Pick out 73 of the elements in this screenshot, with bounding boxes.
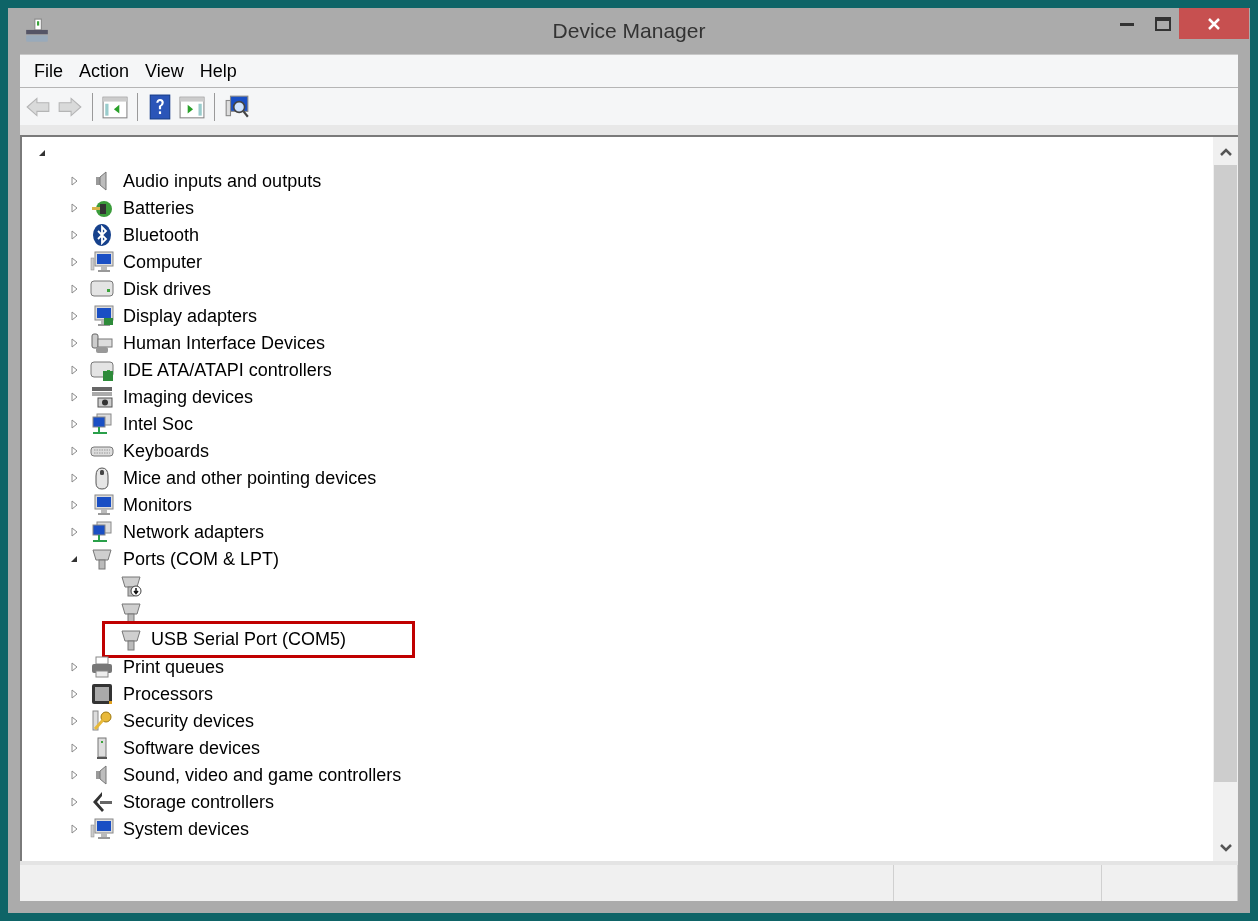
tree-item-label[interactable]: Display adapters [123,304,258,327]
tree-item-label[interactable]: Bluetooth [123,223,200,246]
expand-arrow-icon[interactable] [68,390,80,403]
scrollbar-thumb[interactable] [1214,165,1237,782]
minimize-icon [1120,21,1134,26]
menu-item[interactable]: View [137,57,192,85]
serial-port-icon [90,546,114,571]
menu-item[interactable]: Help [191,57,245,85]
expand-arrow-icon[interactable] [68,822,80,835]
keypad-icon [90,330,114,355]
expand-arrow-icon[interactable] [68,201,80,214]
expand-arrow-icon[interactable] [68,255,80,268]
expand-arrow-icon[interactable] [68,363,80,376]
tree-item-label[interactable]: Imaging devices [123,385,254,408]
tree-item-label[interactable]: Disk drives [123,277,211,300]
monitor-icon [90,816,114,841]
help-icon [147,93,173,120]
tree-item-label[interactable]: Monitors [123,493,193,516]
monitor-icon [90,249,114,274]
expand-arrow-icon[interactable] [68,768,80,781]
scanner-camera-icon [90,384,114,409]
expand-arrow-icon[interactable] [68,525,80,538]
network-icon [90,519,114,544]
expand-arrow-icon[interactable] [68,471,80,484]
expand-arrow-icon[interactable] [68,795,80,808]
scroll-up-icon[interactable] [1218,147,1233,157]
tree-item-label[interactable]: Processors [123,682,214,705]
tree-item-label[interactable]: IDE ATA/ATAPI controllers [123,358,332,381]
tree-item-label[interactable]: USB Serial Port (COM5) [151,626,347,653]
expand-arrow-icon[interactable] [68,687,80,700]
scroll-down-icon[interactable] [1218,843,1233,853]
expand-arrow-icon[interactable] [68,282,80,295]
tree-item-label[interactable]: Security devices [123,709,255,732]
monitor-magnifier-icon [224,93,250,120]
network-icon [90,411,114,436]
expand-arrow-icon[interactable] [68,309,80,322]
computer-tower-icon [24,18,50,44]
close-icon [1207,16,1221,31]
tree-item-label[interactable]: Print queues [123,655,225,678]
tree-item-label[interactable]: Software devices [123,736,261,759]
tree-item-label[interactable]: Audio inputs and outputs [123,169,322,192]
maximize-icon [1155,16,1171,31]
expand-arrow-icon[interactable] [68,741,80,754]
tree-item-label[interactable]: System devices [123,817,250,840]
tree-item-label[interactable]: Batteries [123,196,195,219]
tree-item-label[interactable]: Storage controllers [123,790,275,813]
window-title: Device Manager [551,18,707,45]
expand-arrow-icon[interactable] [68,336,80,349]
key-icon [90,708,114,733]
menu-item[interactable]: Action [71,57,138,85]
expand-arrow-icon[interactable] [68,498,80,511]
expand-arrow-icon[interactable] [68,417,80,430]
expand-arrow-icon[interactable] [68,228,80,241]
expand-arrow-icon[interactable] [68,444,80,457]
printer-icon [90,654,114,679]
close-button[interactable] [1179,8,1249,39]
menu-item[interactable]: File [26,57,71,85]
tree-item-label[interactable]: Human Interface Devices [123,331,326,354]
tree-item-label[interactable]: Mice and other pointing devices [123,466,377,489]
serial-port-icon [119,627,143,652]
tree-item-label[interactable]: Computer [123,250,203,273]
tree-item-label[interactable]: Network adapters [123,520,265,543]
expand-arrow-icon[interactable] [68,660,80,673]
tree-item-label[interactable]: Keyboards [123,439,210,462]
tree-item-label[interactable]: Intel Soc [123,412,194,435]
expand-arrow-icon[interactable] [68,174,80,187]
processor-icon [90,681,114,706]
tree-item-label[interactable]: Ports (COM & LPT) [123,547,279,570]
tree-item-label[interactable]: Sound, video and game controllers [123,763,402,786]
vertical-scrollbar[interactable] [1213,137,1238,861]
expand-arrow-icon[interactable] [68,714,80,727]
bluetooth-icon [90,222,114,247]
serial-port-icon [119,573,143,598]
